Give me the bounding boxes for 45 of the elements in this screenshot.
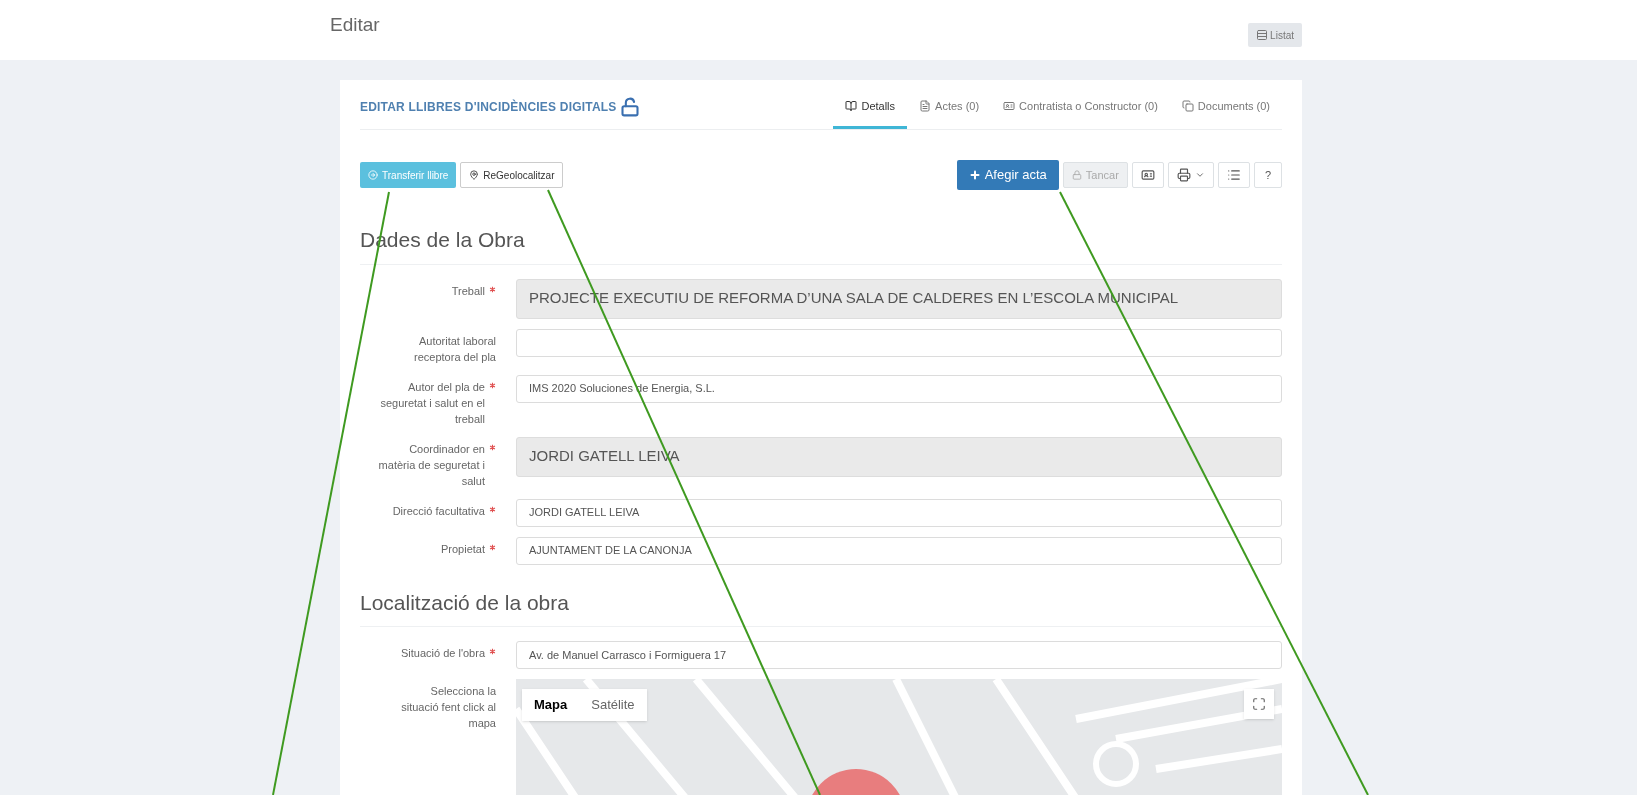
field-label: Autor del pla de seguretat i salut en el treball xyxy=(379,379,485,427)
map-type-button[interactable]: Satélite xyxy=(579,689,647,721)
text-field[interactable]: Av. de Manuel Carrasco i Formiguera 17 xyxy=(516,641,1282,669)
printer-icon xyxy=(1176,168,1191,182)
geolocate-button[interactable]: ReGeolocalitzar xyxy=(460,162,564,188)
pin-icon xyxy=(469,170,480,180)
field-label: Propietat xyxy=(440,541,485,557)
text-field[interactable]: AJUNTAMENT DE LA CANONJA xyxy=(516,536,1282,565)
list-icon xyxy=(1256,29,1269,41)
tab[interactable]: Documents (0) xyxy=(1169,93,1282,129)
map-area[interactable]: Mapa Satélite xyxy=(516,679,1282,795)
tab[interactable]: Actes (0) xyxy=(907,93,992,129)
list-button[interactable] xyxy=(1217,162,1250,188)
section-heading: Localització de la obra xyxy=(360,586,1282,627)
fullscreen-button[interactable] xyxy=(1244,689,1274,719)
plus-icon xyxy=(968,169,981,181)
field-label: Selecciona la situació fent click al mapa xyxy=(400,684,496,731)
field-label: Coordinador en matèria de seguretat i salut xyxy=(377,441,485,489)
field-label: Direcció facultativa xyxy=(392,503,485,519)
book-icon xyxy=(845,99,858,112)
field-label: Treball xyxy=(451,283,485,299)
unlock-icon xyxy=(620,97,641,117)
arrow-circle-icon xyxy=(368,170,378,180)
text-field[interactable] xyxy=(516,328,1282,357)
card-title: EDITAR LLIBRES D'INCIDÈNCIES DIGITALS xyxy=(360,98,617,116)
list-view-button[interactable]: Listat xyxy=(1248,23,1302,47)
id-card-icon xyxy=(1140,168,1155,182)
page-title: Editar xyxy=(330,12,380,37)
id-card-button[interactable] xyxy=(1131,162,1164,188)
lock-icon xyxy=(1071,170,1082,180)
tab[interactable]: Detalls xyxy=(833,93,908,129)
field-label: Autoritat laboral receptora del pla xyxy=(413,333,496,365)
tab[interactable]: Contratista o Constructor (0) xyxy=(991,93,1170,129)
add-act-button[interactable]: Afegir acta xyxy=(956,160,1059,190)
field-label: Situació de l'obra xyxy=(400,646,485,661)
text-field[interactable]: JORDI GATELL LEIVA xyxy=(516,498,1282,527)
id-card-icon xyxy=(1003,99,1016,112)
print-button[interactable] xyxy=(1167,162,1214,188)
map-type-button[interactable]: Mapa xyxy=(522,689,580,721)
file-icon xyxy=(919,99,932,112)
help-button[interactable]: ? xyxy=(1253,162,1282,188)
fullscreen-icon xyxy=(1252,697,1266,711)
copy-icon xyxy=(1181,99,1194,112)
caret-icon xyxy=(1194,170,1205,180)
list-icon xyxy=(1226,168,1241,182)
